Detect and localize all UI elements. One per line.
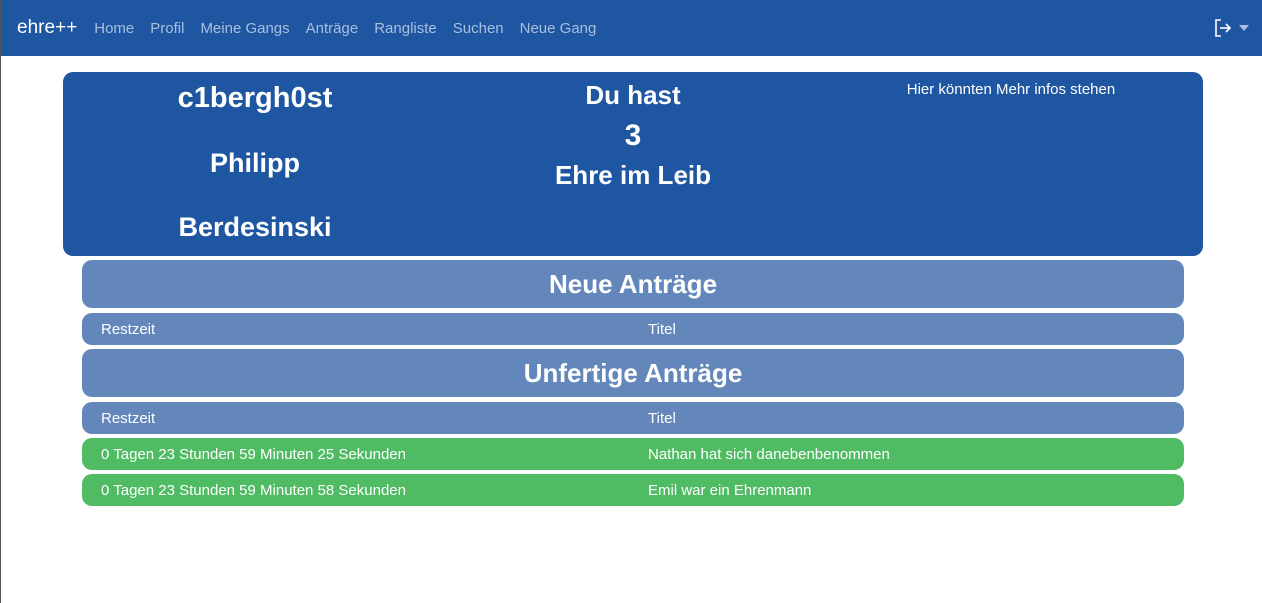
open-requests-title: Unfertige Anträge [523,357,743,388]
nav-link-antraege[interactable]: Anträge [306,20,359,37]
new-requests-header-row: Restzeit Titel [82,313,1184,345]
request-title: Nathan hat sich danebenbenommen [648,445,890,463]
nav-link-home[interactable]: Home [94,20,134,37]
open-requests-header-row: Restzeit Titel [82,402,1184,434]
request-title: Emil war ein Ehrenmann [648,481,812,499]
column-titel: Titel [648,409,676,427]
info-text: Hier könnten Mehr infos stehen [906,81,1116,98]
ehre-column: Du hast 3 Ehre im Leib [441,72,825,191]
request-remaining-time: 0 Tagen 23 Stunden 59 Minuten 25 Sekunde… [101,445,406,463]
table-row[interactable]: 0 Tagen 23 Stunden 59 Minuten 58 Sekunde… [82,474,1184,506]
nav-link-meine-gangs[interactable]: Meine Gangs [200,20,289,37]
last-name: Berdesinski [178,212,332,242]
nav-link-suchen[interactable]: Suchen [453,20,504,37]
nav-link-neue-gang[interactable]: Neue Gang [520,20,597,37]
chevron-down-icon [1239,25,1249,31]
brand-link[interactable]: ehre++ [17,17,77,39]
logout-icon [1215,19,1232,37]
nav-link-rangliste[interactable]: Rangliste [374,20,437,37]
info-column: Hier könnten Mehr infos stehen [819,72,1203,98]
column-restzeit: Restzeit [101,320,156,338]
ehre-count: 3 [624,119,642,152]
table-row[interactable]: 0 Tagen 23 Stunden 59 Minuten 25 Sekunde… [82,438,1184,470]
ehre-label-bottom: Ehre im Leib [554,160,712,190]
request-remaining-time: 0 Tagen 23 Stunden 59 Minuten 58 Sekunde… [101,481,406,499]
column-restzeit: Restzeit [101,409,156,427]
first-name: Philipp [210,148,300,178]
navbar: ehre++ Home Profil Meine Gangs Anträge R… [1,0,1262,56]
logout-dropdown[interactable] [1213,18,1249,38]
column-titel: Titel [648,320,676,338]
open-requests-heading: Unfertige Anträge [82,349,1184,397]
profile-name-column: c1bergh0st Philipp Berdesinski [63,72,447,243]
profile-card: c1bergh0st Philipp Berdesinski Du hast 3… [63,72,1203,256]
ehre-label-top: Du hast [585,80,681,110]
nav-link-profil[interactable]: Profil [150,20,184,37]
new-requests-title: Neue Anträge [548,268,718,299]
new-requests-heading: Neue Anträge [82,260,1184,308]
username: c1bergh0st [177,82,333,114]
